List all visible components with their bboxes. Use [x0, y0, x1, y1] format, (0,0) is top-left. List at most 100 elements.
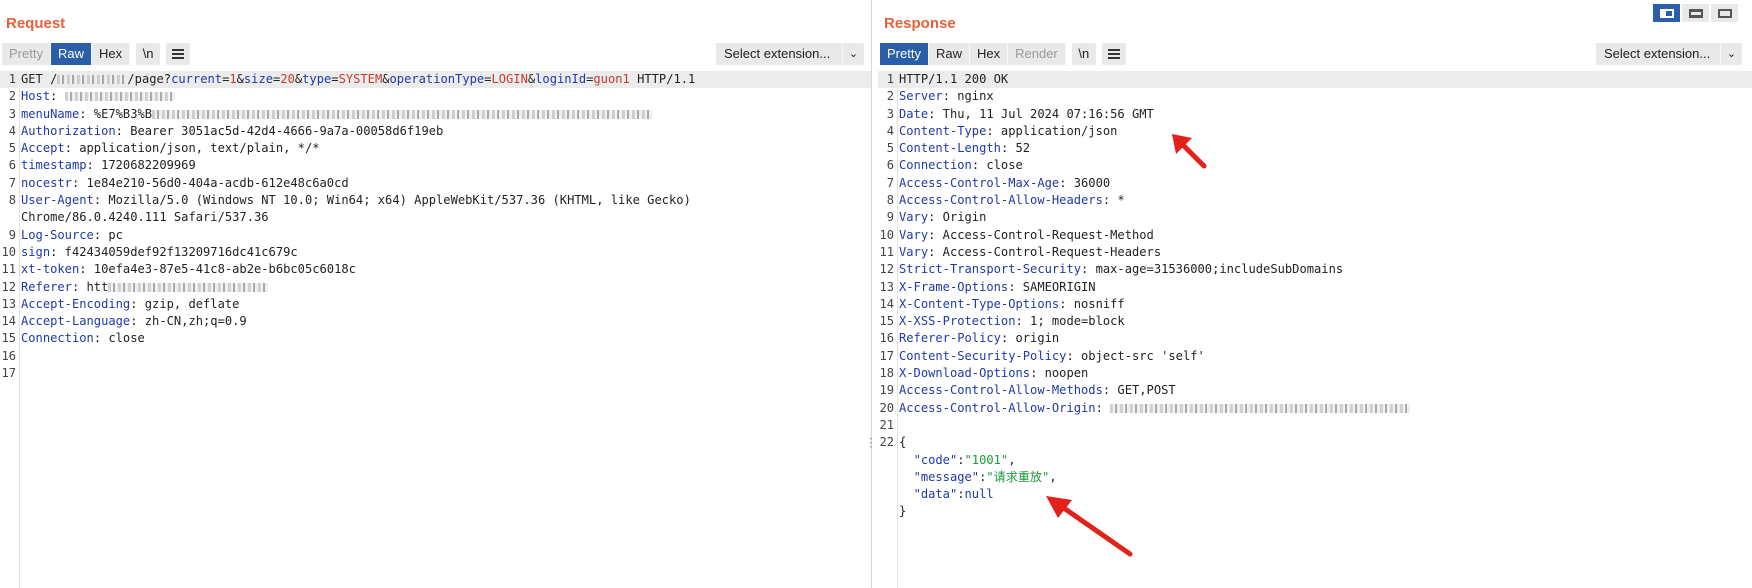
- request-menu-button[interactable]: [166, 43, 191, 65]
- code-text: ,: [1049, 469, 1057, 484]
- code-line: 12 Strict-Transport-Security: max-age=315…: [878, 261, 1752, 278]
- header-key: type: [302, 72, 332, 86]
- layout-view-buttons: [1651, 4, 1738, 22]
- line-number: 4: [8, 123, 16, 138]
- code-text: : Bearer 3051ac5d-42d4-4666-9a7a-00058d6…: [115, 123, 444, 138]
- code-text: : GET,POST: [1102, 383, 1176, 398]
- code-line: 3 menuName: %E7%B3%B: [0, 106, 871, 123]
- line-number: 15: [879, 314, 894, 329]
- line-content: Log-Source: pc: [21, 227, 123, 244]
- response-tab-raw[interactable]: Raw: [928, 43, 970, 65]
- line-content: GET //page?current=1&size=20&type=SYSTEM…: [21, 71, 695, 88]
- code-line: 9 Vary: Origin: [878, 209, 1752, 226]
- split-columns-button[interactable]: [1653, 4, 1680, 22]
- param-value: 20: [280, 72, 295, 86]
- line-content: Accept-Encoding: gzip, deflate: [21, 296, 239, 313]
- header-key: Content-Type: [899, 123, 987, 138]
- split-rows-button[interactable]: [1682, 4, 1709, 22]
- header-key: "code": [913, 452, 958, 467]
- code-line: 14 Accept-Language: zh-CN,zh;q=0.9: [0, 313, 871, 330]
- code-text: }: [899, 504, 907, 519]
- header-key: Access-Control-Max-Age: [899, 175, 1060, 190]
- redacted-text: [57, 75, 128, 84]
- code-text: GET /: [21, 72, 58, 86]
- line-content: Connection: close: [899, 157, 1023, 174]
- line-number: 3: [8, 106, 16, 121]
- line-number: 21: [879, 417, 894, 432]
- single-pane-button[interactable]: [1711, 4, 1738, 22]
- line-content: Referer-Policy: origin: [899, 330, 1059, 347]
- code-line: 11 xt-token: 10efa4e3-87e5-41c8-ab2e-b6bc…: [0, 261, 871, 278]
- response-tab-render[interactable]: Render: [1008, 43, 1066, 65]
- code-line: 13 Accept-Encoding: gzip, deflate: [0, 296, 871, 313]
- request-newline-toggle[interactable]: \n: [136, 43, 161, 65]
- header-key: Content-Length: [899, 141, 1001, 156]
- response-editor[interactable]: 1 HTTP/1.1 200 OK 2 Server: nginx 3 Date: Thu…: [878, 71, 1752, 588]
- request-tab-pretty[interactable]: Pretty: [2, 43, 51, 65]
- code-line: 12 Referer: htt: [0, 279, 871, 296]
- code-text: : 1; mode=block: [1015, 314, 1125, 329]
- code-line: 22 {: [878, 434, 1752, 451]
- code-line: 6 Connection: close: [878, 157, 1752, 174]
- line-content: sign: f42434059def92f13209716dc41c679c: [21, 244, 298, 261]
- line-number: 14: [1, 314, 16, 329]
- line-content: {: [899, 434, 906, 451]
- header-key: X-Frame-Options: [899, 279, 1009, 294]
- request-tab-raw[interactable]: Raw: [50, 43, 92, 65]
- line-number: 20: [879, 400, 894, 415]
- response-newline-toggle[interactable]: \n: [1071, 43, 1096, 65]
- line-number: 10: [1, 244, 16, 259]
- line-number: 16: [1, 348, 16, 363]
- line-number: 13: [1, 296, 16, 311]
- response-tab-pretty[interactable]: Pretty: [880, 43, 929, 65]
- line-number: 17: [879, 348, 894, 363]
- hamburger-icon: [172, 49, 185, 59]
- response-panel: Response Pretty Raw Hex Render \n Select…: [878, 0, 1752, 588]
- request-title: Request: [6, 15, 66, 32]
- code-line: 21: [878, 417, 1752, 434]
- line-number: 7: [886, 175, 894, 190]
- line-number: 22: [879, 435, 894, 450]
- header-key: null: [964, 487, 994, 502]
- param-value: LOGIN: [491, 72, 528, 86]
- line-number: 1: [8, 72, 16, 86]
- code-text: &: [382, 72, 390, 86]
- request-view-tabs: Pretty Raw Hex: [2, 43, 131, 65]
- line-content: Content-Security-Policy: object-src 'sel…: [899, 348, 1205, 365]
- code-text: : max-age=31536000;includeSubDomains: [1081, 262, 1344, 277]
- header-key: Referer-Policy: [899, 331, 1001, 346]
- line-number: 12: [1, 279, 16, 294]
- code-text: : %E7%B3%B: [79, 106, 153, 121]
- code-line: 13 X-Frame-Options: SAMEORIGIN: [878, 279, 1752, 296]
- line-content: "data":null: [899, 486, 994, 503]
- header-key: Accept-Language: [21, 314, 131, 329]
- header-key: Accept-Encoding: [21, 296, 131, 311]
- header-key: Vary: [899, 227, 929, 242]
- request-panel: Request Pretty Raw Hex \n Select extensi…: [0, 0, 872, 588]
- code-line: 2 Server: nginx: [878, 88, 1752, 105]
- line-content: menuName: %E7%B3%B: [21, 106, 653, 123]
- code-line: 5 Accept: application/json, text/plain, *…: [0, 140, 871, 157]
- response-select-extension[interactable]: Select extension... ⌄: [1596, 43, 1742, 65]
- code-line: "data":null: [878, 486, 1752, 503]
- header-key: operationType: [389, 72, 485, 86]
- response-tab-hex[interactable]: Hex: [969, 43, 1009, 65]
- request-editor[interactable]: 1 GET //page?current=1&size=20&type=SYSTE…: [0, 71, 871, 588]
- request-select-extension[interactable]: Select extension... ⌄: [716, 43, 864, 65]
- code-text: : nginx: [942, 89, 994, 104]
- splitter-handle[interactable]: · · ·: [869, 433, 875, 453]
- code-line: 16: [0, 348, 871, 365]
- code-line: 7 nocestr: 1e84e210-56d0-404a-acdb-612e48…: [0, 175, 871, 192]
- line-content: Vary: Access-Control-Request-Headers: [899, 244, 1161, 261]
- line-content: Server: nginx: [899, 88, 994, 105]
- request-tab-hex[interactable]: Hex: [91, 43, 131, 65]
- json-string: "1001": [964, 452, 1009, 467]
- response-menu-button[interactable]: [1101, 43, 1126, 65]
- code-line: 15 X-XSS-Protection: 1; mode=block: [878, 313, 1752, 330]
- code-text: : close: [971, 158, 1023, 173]
- request-toolbar: Pretty Raw Hex \n: [2, 43, 191, 65]
- header-key: timestamp: [21, 158, 87, 173]
- header-key: Referer: [21, 279, 72, 294]
